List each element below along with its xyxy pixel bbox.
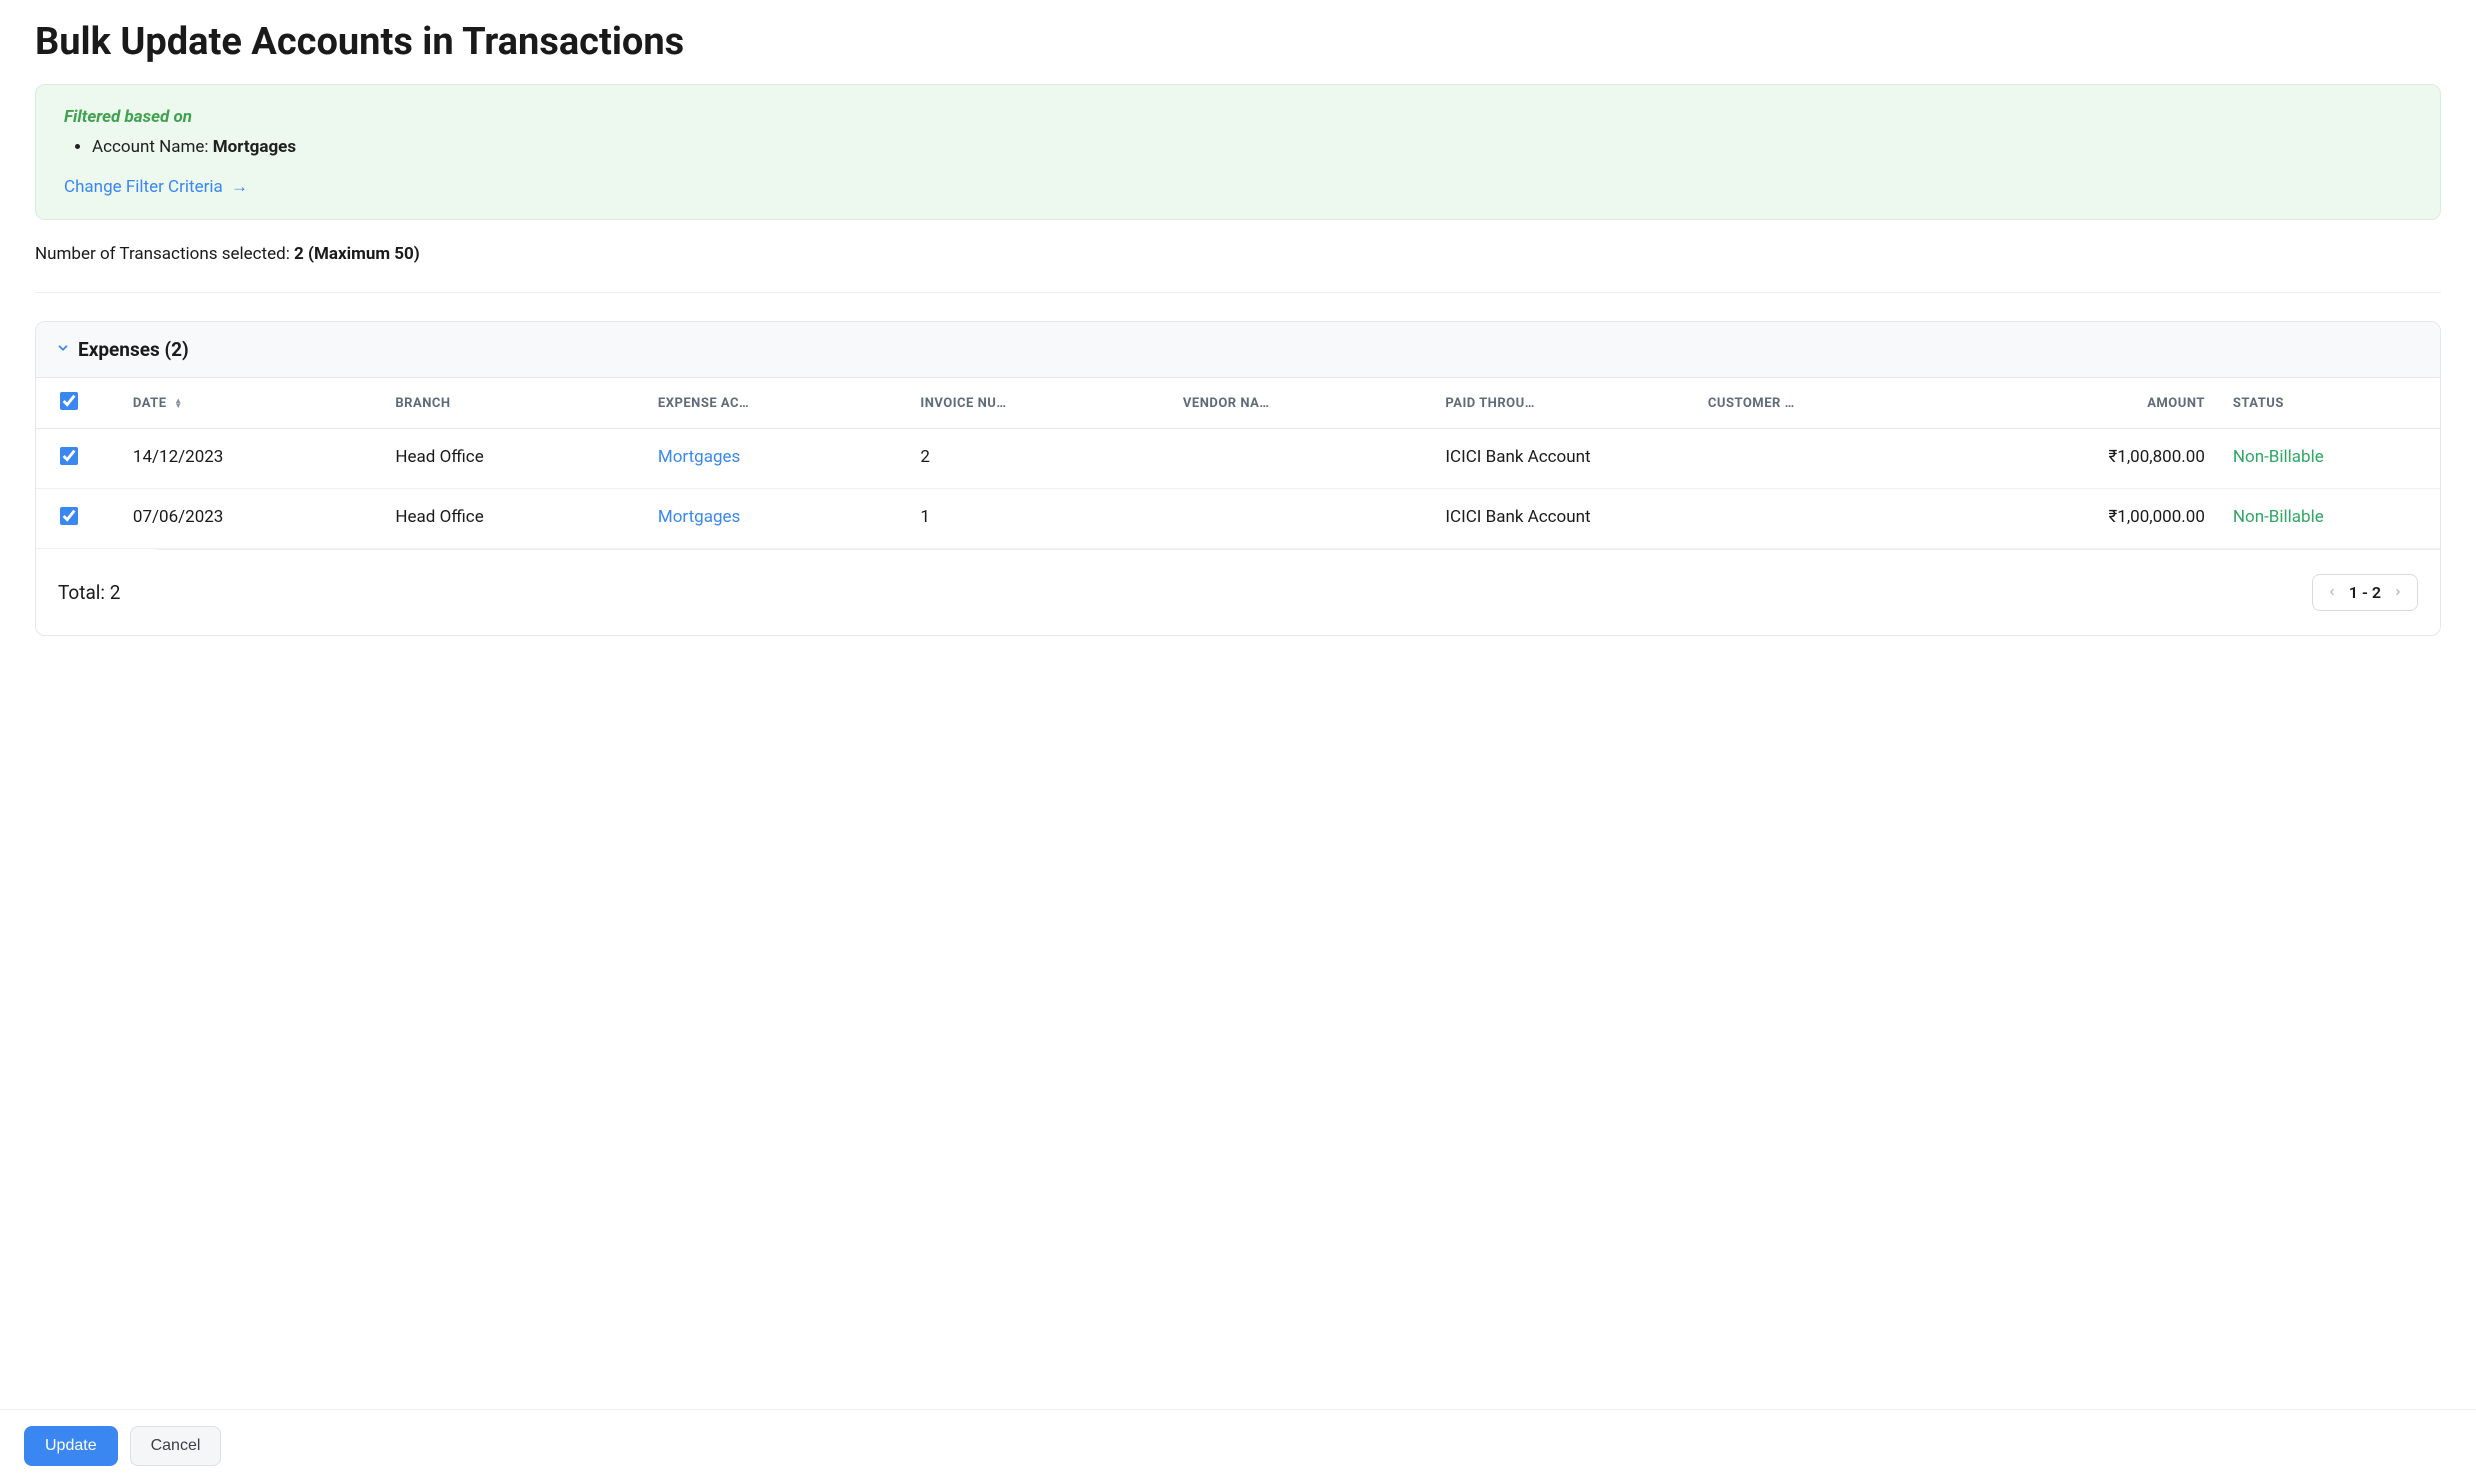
col-date[interactable]: DATE ▲▼ [119, 378, 382, 429]
table-row: 07/06/2023 Head Office Mortgages 1 ICICI… [36, 489, 2440, 549]
col-expense-account[interactable]: EXPENSE AC… [644, 378, 907, 429]
selection-prefix: Number of Transactions selected: [35, 244, 294, 264]
chevron-down-icon [56, 340, 70, 359]
cell-branch: Head Office [381, 429, 644, 489]
cancel-button[interactable]: Cancel [130, 1426, 222, 1466]
filter-label: Filtered based on [64, 107, 2412, 127]
filter-criterion: Account Name: Mortgages [92, 137, 2412, 157]
select-all-checkbox[interactable] [60, 392, 78, 410]
col-amount[interactable]: AMOUNT [1956, 378, 2219, 429]
change-filter-text: Change Filter Criteria [64, 177, 223, 197]
col-customer-name[interactable]: CUSTOMER … [1694, 378, 1957, 429]
card-header[interactable]: Expenses (2) [36, 322, 2440, 378]
card-title: Expenses (2) [78, 338, 189, 361]
filter-panel: Filtered based on Account Name: Mortgage… [35, 84, 2441, 220]
update-button[interactable]: Update [24, 1426, 118, 1466]
filter-key: Account Name: [92, 137, 213, 157]
cell-invoice-number: 2 [906, 429, 1169, 489]
page-title: Bulk Update Accounts in Transactions [35, 20, 2441, 64]
cell-branch: Head Office [381, 489, 644, 549]
cell-expense-account[interactable]: Mortgages [644, 429, 907, 489]
cell-status: Non-Billable [2219, 489, 2440, 549]
cell-amount: ₹1,00,800.00 [1956, 429, 2219, 489]
pager: 1 - 2 [2312, 574, 2418, 611]
cell-vendor-name [1169, 489, 1432, 549]
cell-amount: ₹1,00,000.00 [1956, 489, 2219, 549]
row-checkbox[interactable] [60, 507, 78, 525]
cell-status: Non-Billable [2219, 429, 2440, 489]
header-checkbox-cell [36, 378, 119, 429]
filter-value: Mortgages [213, 137, 296, 157]
selection-value: 2 (Maximum 50) [294, 244, 420, 264]
divider [35, 292, 2441, 293]
cell-expense-account[interactable]: Mortgages [644, 489, 907, 549]
bottom-action-bar: Update Cancel [0, 1409, 2476, 1482]
expenses-card: Expenses (2) [35, 321, 2441, 636]
col-invoice-number[interactable]: INVOICE NU… [906, 378, 1169, 429]
cell-customer-name [1694, 489, 1957, 549]
cell-paid-through: ICICI Bank Account [1431, 489, 1694, 549]
cell-customer-name [1694, 429, 1957, 489]
expenses-table: DATE ▲▼ BRANCH EXPENSE AC… INVOICE NU… V… [36, 378, 2440, 549]
cell-invoice-number: 1 [906, 489, 1169, 549]
change-filter-link[interactable]: Change Filter Criteria → [64, 177, 248, 197]
sort-icon: ▲▼ [174, 398, 182, 408]
table-row: 14/12/2023 Head Office Mortgages 2 ICICI… [36, 429, 2440, 489]
cell-date: 14/12/2023 [119, 429, 382, 489]
col-status[interactable]: STATUS [2219, 378, 2440, 429]
selection-count: Number of Transactions selected: 2 (Maxi… [35, 244, 2441, 264]
row-checkbox[interactable] [60, 447, 78, 465]
col-paid-through[interactable]: PAID THROU… [1431, 378, 1694, 429]
col-date-label: DATE [133, 396, 167, 411]
cell-date: 07/06/2023 [119, 489, 382, 549]
col-vendor-name[interactable]: VENDOR NA… [1169, 378, 1432, 429]
cell-paid-through: ICICI Bank Account [1431, 429, 1694, 489]
card-footer: Total: 2 1 - 2 [36, 550, 2440, 635]
pager-next[interactable] [2393, 585, 2403, 601]
cell-vendor-name [1169, 429, 1432, 489]
total-label: Total: 2 [58, 581, 120, 604]
pager-prev[interactable] [2327, 585, 2337, 601]
pager-range: 1 - 2 [2349, 583, 2381, 602]
arrow-right-icon: → [231, 177, 248, 197]
col-branch[interactable]: BRANCH [381, 378, 644, 429]
